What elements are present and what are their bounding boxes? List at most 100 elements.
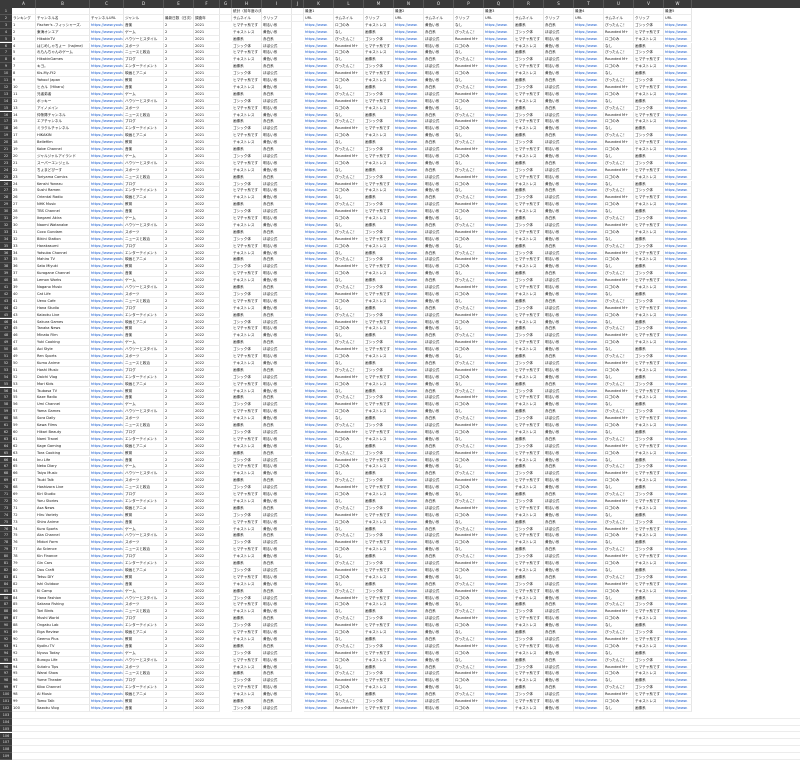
thumbnail-cell[interactable]: ぴったんこ！ <box>454 277 484 284</box>
thumbnail-cell[interactable]: Rounded M+ <box>454 118 484 126</box>
video-url-link[interactable]: https://www. <box>304 221 334 229</box>
thumbnail-cell[interactable]: ヒマチャ系です <box>514 394 544 402</box>
video-url-link[interactable]: https://www. <box>304 428 334 436</box>
video-url-link[interactable]: https://www. <box>484 366 514 374</box>
thumbnail-cell[interactable]: Rounded M+ <box>334 484 364 491</box>
thumbnail-cell[interactable]: ゴシック体 <box>514 56 544 64</box>
thumbnail-cell[interactable]: テキストレス <box>232 608 262 616</box>
thumbnail-cell[interactable]: 明るい系 <box>544 173 574 181</box>
header-cell[interactable] <box>604 8 634 15</box>
thumbnail-cell[interactable]: 明るい系 <box>544 477 574 485</box>
thumbnail-cell[interactable]: ぴったんこ！ <box>334 642 364 650</box>
empty-row[interactable] <box>12 719 800 726</box>
thumbnail-cell[interactable]: テキストレス <box>232 221 262 229</box>
thumbnail-cell[interactable]: 黄色い系 <box>544 373 574 381</box>
video-url-link[interactable]: https://www. <box>664 132 692 140</box>
video-url-link[interactable]: https://www. <box>304 173 334 181</box>
channel-url-link[interactable]: https://www.youtube <box>90 35 124 43</box>
thumbnail-cell[interactable]: なし <box>334 608 364 616</box>
video-url-link[interactable]: https://www. <box>574 228 604 236</box>
video-url-link[interactable]: https://www. <box>394 221 424 229</box>
thumbnail-cell[interactable]: 画像系 <box>232 670 262 678</box>
thumbnail-cell[interactable]: 赤白系 <box>424 553 454 560</box>
video-url-link[interactable]: https://www. <box>394 215 424 222</box>
rank-cell[interactable]: 38 <box>12 277 36 284</box>
thumbnail-cell[interactable]: 赤白系 <box>262 504 292 512</box>
thumbnail-cell[interactable]: ロゴのみ <box>604 422 634 429</box>
thumbnail-cell[interactable]: ロゴのみ <box>454 235 484 243</box>
video-url-link[interactable]: https://www. <box>484 353 514 360</box>
channel-url-link[interactable]: https://www.youtube <box>90 504 124 512</box>
channel-url-link[interactable]: https://www.youtube <box>90 684 124 692</box>
thumbnail-cell[interactable]: 画像系 <box>232 532 262 540</box>
thumbnail-cell[interactable]: テキストレス <box>364 353 394 360</box>
channel-name-cell[interactable]: 兄者弟者 <box>36 90 90 98</box>
header-cell[interactable] <box>544 8 574 15</box>
thumbnail-cell[interactable]: ぴったんこ！ <box>604 408 634 416</box>
video-url-link[interactable]: https://www. <box>664 456 692 464</box>
video-url-link[interactable]: https://www. <box>574 242 604 250</box>
header-cell[interactable]: 最速3 <box>484 8 514 15</box>
days-cell[interactable]: 2 <box>164 56 194 64</box>
days-cell[interactable]: 2 <box>164 263 194 271</box>
thumbnail-cell[interactable]: 黄色い系 <box>544 594 574 602</box>
thumbnail-cell[interactable]: ほぼ公式 <box>424 201 454 209</box>
thumbnail-cell[interactable]: ロゴのみ <box>604 35 634 43</box>
thumbnail-cell[interactable]: なし <box>454 270 484 278</box>
video-url-link[interactable]: https://www. <box>574 463 604 471</box>
genre-cell[interactable]: エンターテイメント <box>124 373 164 381</box>
thumbnail-cell[interactable]: ぴったんこ！ <box>604 518 634 526</box>
year-cell[interactable]: 2022 <box>194 228 220 236</box>
thumbnail-cell[interactable]: ほぼ公式 <box>424 228 454 236</box>
thumbnail-cell[interactable]: テキストレス <box>634 477 664 485</box>
thumbnail-cell[interactable]: 黄色い系 <box>544 566 574 574</box>
channel-url-link[interactable]: https://www.youtube <box>90 463 124 471</box>
genre-cell[interactable]: ブログ <box>124 491 164 498</box>
row-header[interactable]: 94 <box>0 649 12 657</box>
days-cell[interactable]: 2 <box>164 456 194 464</box>
video-url-link[interactable]: https://www. <box>484 263 514 271</box>
thumbnail-cell[interactable]: ほぼ公式 <box>262 649 292 657</box>
channel-url-link[interactable]: https://www.youtube <box>90 228 124 236</box>
video-url-link[interactable]: https://www. <box>394 677 424 685</box>
thumbnail-cell[interactable]: ゴシック体 <box>514 111 544 119</box>
days-cell[interactable]: 2 <box>164 635 194 643</box>
thumbnail-cell[interactable]: ヒマチャ系です <box>514 35 544 43</box>
header-cell[interactable]: URL <box>304 14 334 22</box>
year-cell[interactable]: 2022 <box>194 359 220 367</box>
days-cell[interactable]: 2 <box>164 339 194 347</box>
video-url-link[interactable]: https://www. <box>664 580 692 588</box>
channel-url-link[interactable]: https://www.youtube <box>90 408 124 416</box>
row-header[interactable]: 54 <box>0 373 12 381</box>
thumbnail-cell[interactable]: 画像系 <box>514 546 544 554</box>
thumbnail-cell[interactable]: なし <box>334 415 364 422</box>
thumbnail-cell[interactable]: 黄色い系 <box>544 125 574 133</box>
year-cell[interactable]: 2022 <box>194 442 220 450</box>
thumbnail-cell[interactable]: ヒマチャ系です <box>232 518 262 526</box>
days-cell[interactable]: 2 <box>164 649 194 657</box>
video-url-link[interactable]: https://www. <box>304 97 334 105</box>
days-cell[interactable]: 2 <box>164 173 194 181</box>
thumbnail-cell[interactable]: 黄色い系 <box>424 629 454 636</box>
thumbnail-cell[interactable]: 画像系 <box>514 408 544 416</box>
year-cell[interactable]: 2022 <box>194 456 220 464</box>
year-cell[interactable]: 2021 <box>194 49 220 57</box>
channel-name-cell[interactable]: れもんちゃんのゲーム <box>36 49 90 57</box>
thumbnail-cell[interactable]: ほぼ公式 <box>544 111 574 119</box>
video-url-link[interactable]: https://www. <box>574 132 604 140</box>
thumbnail-cell[interactable]: 明るい系 <box>424 70 454 77</box>
video-url-link[interactable]: https://www. <box>664 566 692 574</box>
thumbnail-cell[interactable]: ぴったんこ！ <box>604 215 634 222</box>
rank-cell[interactable]: 92 <box>12 649 36 657</box>
video-url-link[interactable]: https://www. <box>304 146 334 153</box>
days-cell[interactable]: 2 <box>164 615 194 623</box>
thumbnail-cell[interactable]: 黄色い系 <box>544 70 574 77</box>
thumbnail-cell[interactable]: テキストレス <box>634 532 664 540</box>
thumbnail-cell[interactable]: Rounded M+ <box>334 290 364 298</box>
thumbnail-cell[interactable]: ほぼ公式 <box>544 525 574 533</box>
video-url-link[interactable]: https://www. <box>664 221 692 229</box>
channel-name-cell[interactable]: Ai Music <box>36 691 90 698</box>
thumbnail-cell[interactable]: 黄色い系 <box>544 346 574 353</box>
channel-url-link[interactable]: https://www.youtube <box>90 587 124 595</box>
video-url-link[interactable]: https://www. <box>394 553 424 560</box>
